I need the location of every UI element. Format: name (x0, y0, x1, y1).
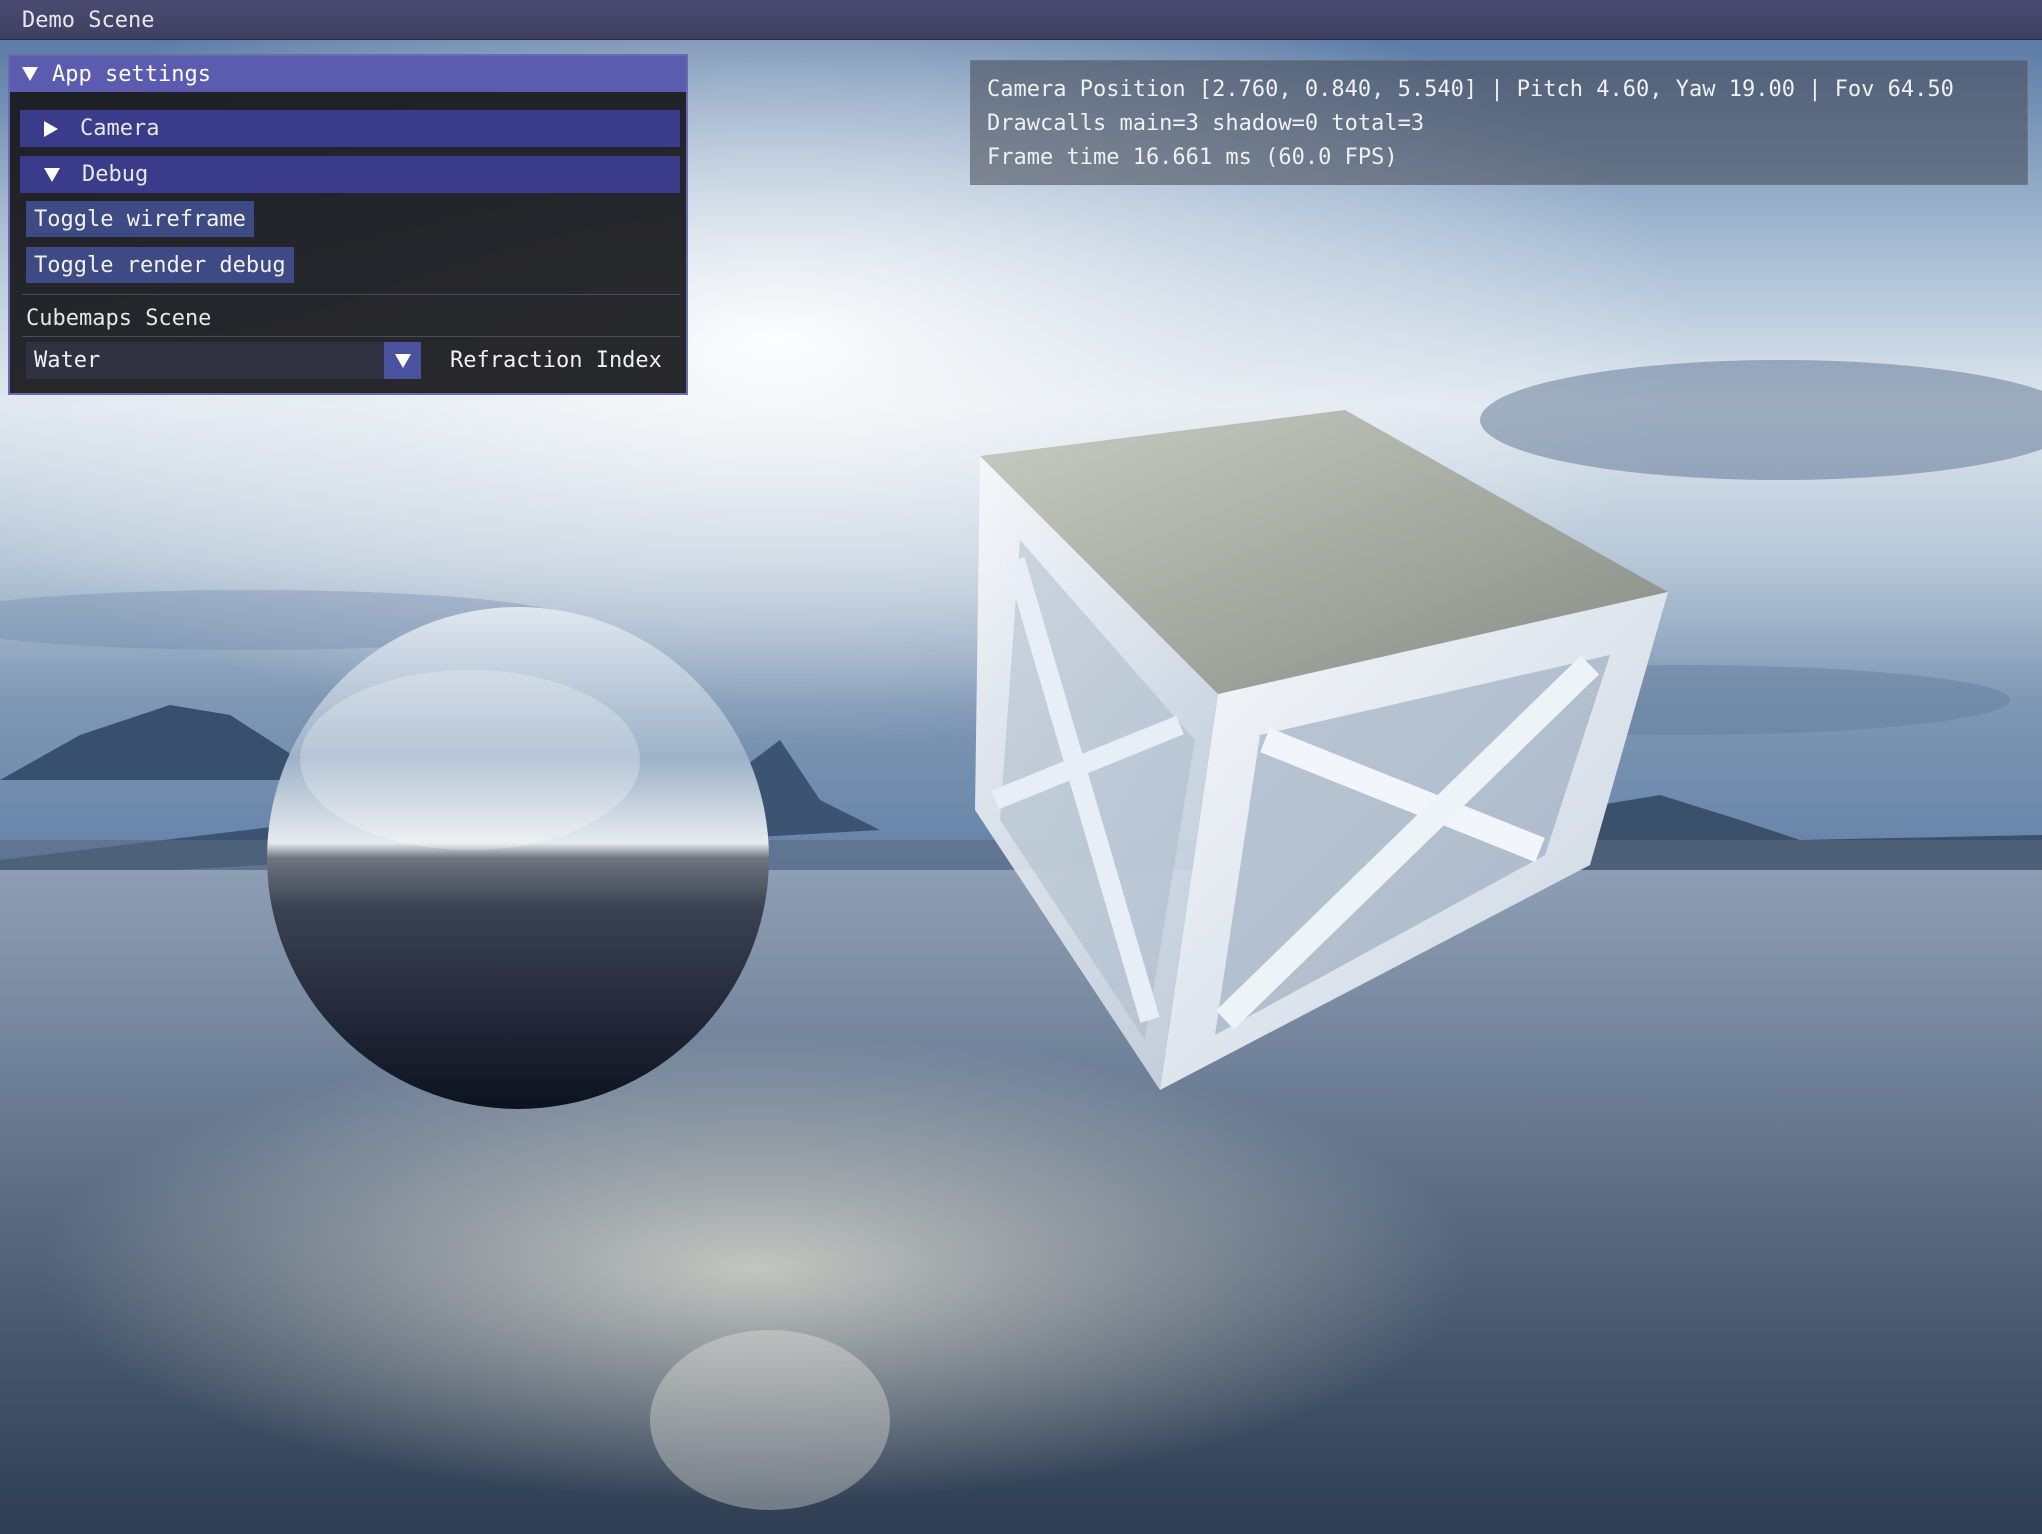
collapse-arrow-icon (44, 167, 60, 182)
dropdown-arrow-button[interactable] (384, 342, 421, 379)
panel-title: App settings (52, 61, 211, 87)
camera-position-text: Camera Position [2.760, 0.840, 5.540] | … (987, 77, 1954, 102)
drawcalls-text: Drawcalls main=3 shadow=0 total=3 (987, 111, 1425, 136)
window-title: Demo Scene (22, 8, 155, 33)
section-label: Camera (80, 116, 160, 141)
button-label: Toggle wireframe (34, 206, 246, 232)
chevron-down-icon (394, 353, 411, 368)
collapse-arrow-icon (22, 67, 38, 81)
frame-time-text: Frame time 16.661 ms (60.0 FPS) (987, 145, 1398, 170)
toggle-render-debug-button[interactable]: Toggle render debug (26, 247, 294, 283)
toggle-wireframe-button[interactable]: Toggle wireframe (26, 201, 254, 237)
refraction-index-label: Refraction Index (450, 348, 662, 373)
dropdown-value: Water (34, 348, 101, 373)
3d-viewport[interactable]: Demo Scene App settings Camera Debug Tog… (0, 0, 2042, 1534)
app-settings-header[interactable]: App settings (10, 56, 686, 92)
scene-label: Cubemaps Scene (26, 306, 212, 331)
section-label: Debug (82, 162, 149, 187)
separator (22, 294, 680, 295)
window-title-bar[interactable]: Demo Scene (0, 0, 2042, 40)
camera-section-header[interactable]: Camera (20, 110, 680, 147)
separator (22, 336, 680, 337)
refraction-index-dropdown[interactable]: Water (26, 342, 421, 379)
expand-arrow-icon (44, 120, 58, 137)
debug-section-header[interactable]: Debug (20, 156, 680, 193)
app-settings-panel: App settings Camera Debug Toggle wirefra… (8, 54, 688, 395)
stats-overlay: Camera Position [2.760, 0.840, 5.540] | … (970, 60, 2028, 185)
button-label: Toggle render debug (34, 252, 286, 278)
